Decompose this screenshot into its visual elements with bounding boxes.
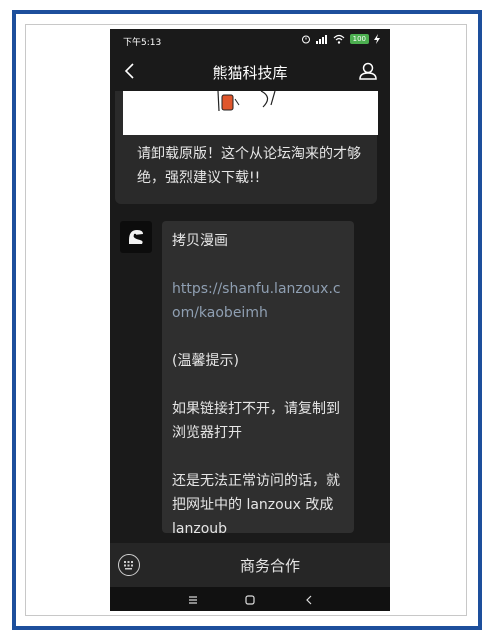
status-bar: 下午5:13 100 [110,29,390,51]
status-icons: 100 [301,34,380,44]
cartoon-illustration [217,90,276,112]
tip-text-2: 还是无法正常访问的话，就把网址中的 lanzoux 改成 lanzoub [172,473,340,537]
page-title: 熊猫科技库 [212,64,288,82]
message-image[interactable] [123,90,378,135]
previous-message-bubble: 请卸载原版！这个从论坛淘来的才够绝，强烈建议下载!! [115,90,378,204]
profile-button[interactable] [356,59,380,83]
message-bubble[interactable]: 拷贝漫画 https://shanfu.lanzoux.com/kaobeimh… [162,221,354,537]
charging-icon [374,34,380,44]
tip-text-1: 如果链接打不开，请复制到浏览器打开 [172,401,340,441]
recent-apps-button[interactable] [186,592,200,606]
home-square-icon [245,595,255,605]
avatar[interactable] [120,221,152,253]
signal-icon [315,35,327,44]
home-button[interactable] [243,592,257,606]
wifi-icon [333,34,345,44]
keyboard-icon [124,561,133,570]
message-title: 拷贝漫画 [172,233,228,249]
bottom-menu-bar: 商务合作 [110,543,390,587]
menu-icon [189,596,197,604]
battery-indicator: 100 [349,34,369,44]
status-time: 下午5:13 [123,38,162,48]
tip-label: (温馨提示) [172,353,239,369]
person-icon [359,62,377,80]
keyboard-toggle-button[interactable] [118,554,140,576]
chat-header: 熊猫科技库 [110,51,390,91]
back-icon [306,595,312,605]
system-nav-bar [110,587,390,611]
panda-logo-icon [129,230,143,244]
alarm-icon [301,35,310,44]
system-back-button[interactable] [302,592,316,606]
phone-screen: 下午5:13 100 熊猫科技库 请卸载原版！这个从论坛淘来的才够绝，强烈建议下… [110,29,390,611]
message-link[interactable]: https://shanfu.lanzoux.com/kaobeimh [172,277,344,325]
chat-area[interactable]: 请卸载原版！这个从论坛淘来的才够绝，强烈建议下载!! 拷贝漫画 https://… [110,90,390,543]
menu-business-cooperation[interactable]: 商务合作 [150,555,390,576]
previous-message-text: 请卸载原版！这个从论坛淘来的才够绝，强烈建议下载!! [137,146,361,186]
